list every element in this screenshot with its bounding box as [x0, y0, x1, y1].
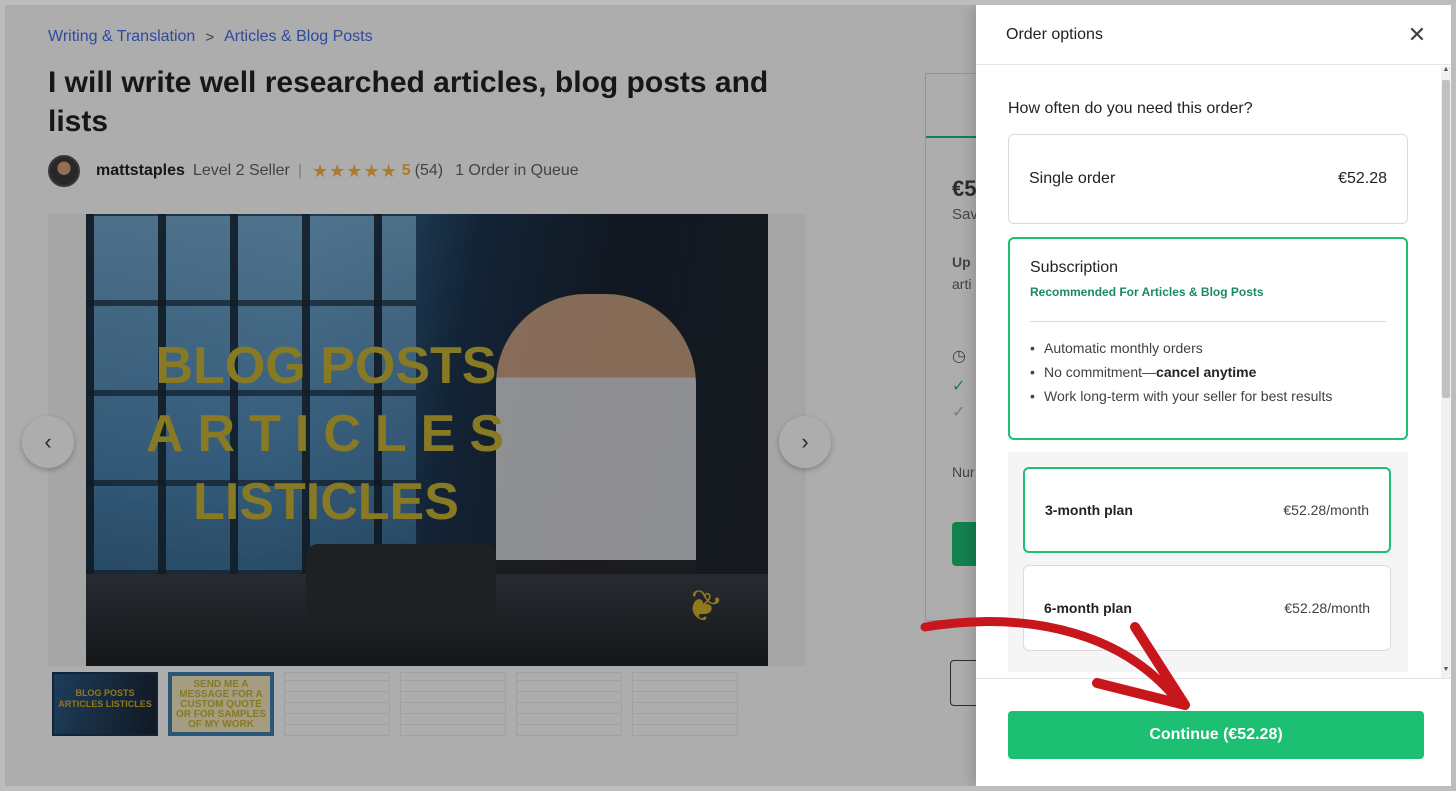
single-order-option[interactable]: Single order €52.28	[1008, 134, 1408, 224]
single-order-price: €52.28	[1338, 170, 1387, 187]
list-item: Automatic monthly orders	[1030, 340, 1386, 356]
scrollbar-thumb[interactable]	[1442, 80, 1450, 398]
drawer-title: Order options	[1006, 25, 1103, 43]
plan-3-month[interactable]: 3-month plan €52.28/month	[1023, 467, 1391, 553]
browser-frame: Writing & Translation > Articles & Blog …	[0, 0, 1456, 791]
subscription-option[interactable]: Subscription Recommended For Articles & …	[1008, 237, 1408, 440]
plan-price: €52.28/month	[1283, 502, 1369, 518]
list-item: No commitment—cancel anytime	[1030, 364, 1386, 380]
subscription-plans: 3-month plan €52.28/month 6-month plan €…	[1008, 452, 1408, 672]
divider	[1030, 321, 1386, 322]
drawer-footer: Continue (€52.28)	[976, 678, 1451, 786]
list-item: Work long-term with your seller for best…	[1030, 388, 1386, 404]
plan-label: 6-month plan	[1044, 600, 1132, 616]
plan-6-month[interactable]: 6-month plan €52.28/month	[1023, 565, 1391, 651]
continue-button[interactable]: Continue (€52.28)	[1008, 711, 1424, 759]
scroll-up-icon[interactable]: ▲	[1441, 66, 1451, 78]
drawer-scrollbar[interactable]: ▲ ▼	[1441, 66, 1451, 678]
close-icon[interactable]: ✕	[1403, 22, 1431, 48]
subscription-recommended: Recommended For Articles & Blog Posts	[1030, 285, 1264, 299]
drawer-header: Order options ✕	[976, 5, 1451, 65]
frequency-question: How often do you need this order?	[1008, 100, 1253, 117]
plan-label: 3-month plan	[1045, 502, 1133, 518]
subscription-label: Subscription	[1030, 259, 1119, 276]
scroll-down-icon[interactable]: ▼	[1441, 666, 1451, 678]
subscription-benefits: Automatic monthly orders No commitment—c…	[1030, 340, 1386, 404]
order-options-drawer: Order options ✕ How often do you need th…	[976, 5, 1451, 786]
plan-price: €52.28/month	[1284, 600, 1370, 616]
drawer-body: How often do you need this order? Single…	[976, 66, 1441, 678]
single-order-label: Single order	[1029, 170, 1116, 187]
